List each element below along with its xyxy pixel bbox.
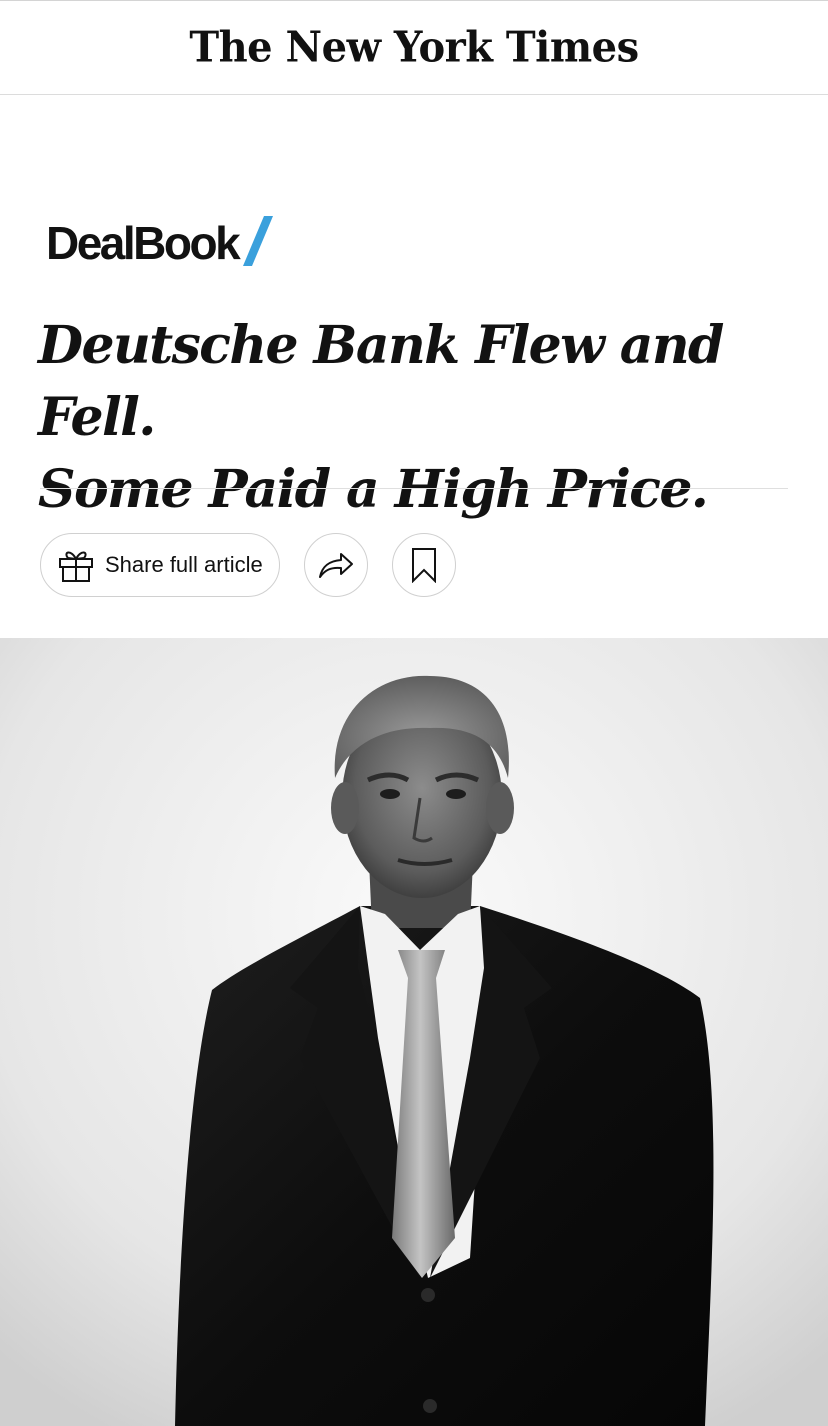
headline-line-1: Deutsche Bank Flew and Fell.	[38, 315, 724, 448]
headline-line-2: Some Paid a High Price.	[38, 459, 709, 520]
gift-icon	[59, 551, 93, 582]
bookmark-icon	[411, 548, 436, 583]
divider	[40, 488, 788, 489]
portrait-image	[0, 638, 828, 1426]
nyt-logo[interactable]: The New York Times	[189, 23, 639, 72]
lead-photo	[0, 638, 828, 1426]
dealbook-slash-icon	[243, 216, 274, 266]
share-toolbar: Share full article	[40, 532, 456, 598]
article-headline: Deutsche Bank Flew and Fell. Some Paid a…	[38, 310, 798, 526]
share-full-article-label: Share full article	[105, 552, 263, 577]
article-page: The New York Times DealBook Deutsche Ban…	[0, 0, 828, 1426]
share-full-article-button[interactable]: Share full article	[40, 533, 280, 597]
save-button[interactable]	[391, 533, 456, 597]
share-arrow-icon	[318, 553, 353, 578]
masthead: The New York Times	[0, 0, 828, 95]
share-button[interactable]	[303, 533, 368, 597]
dealbook-label: DealBook	[46, 217, 241, 269]
section-kicker[interactable]: DealBook	[46, 208, 278, 266]
